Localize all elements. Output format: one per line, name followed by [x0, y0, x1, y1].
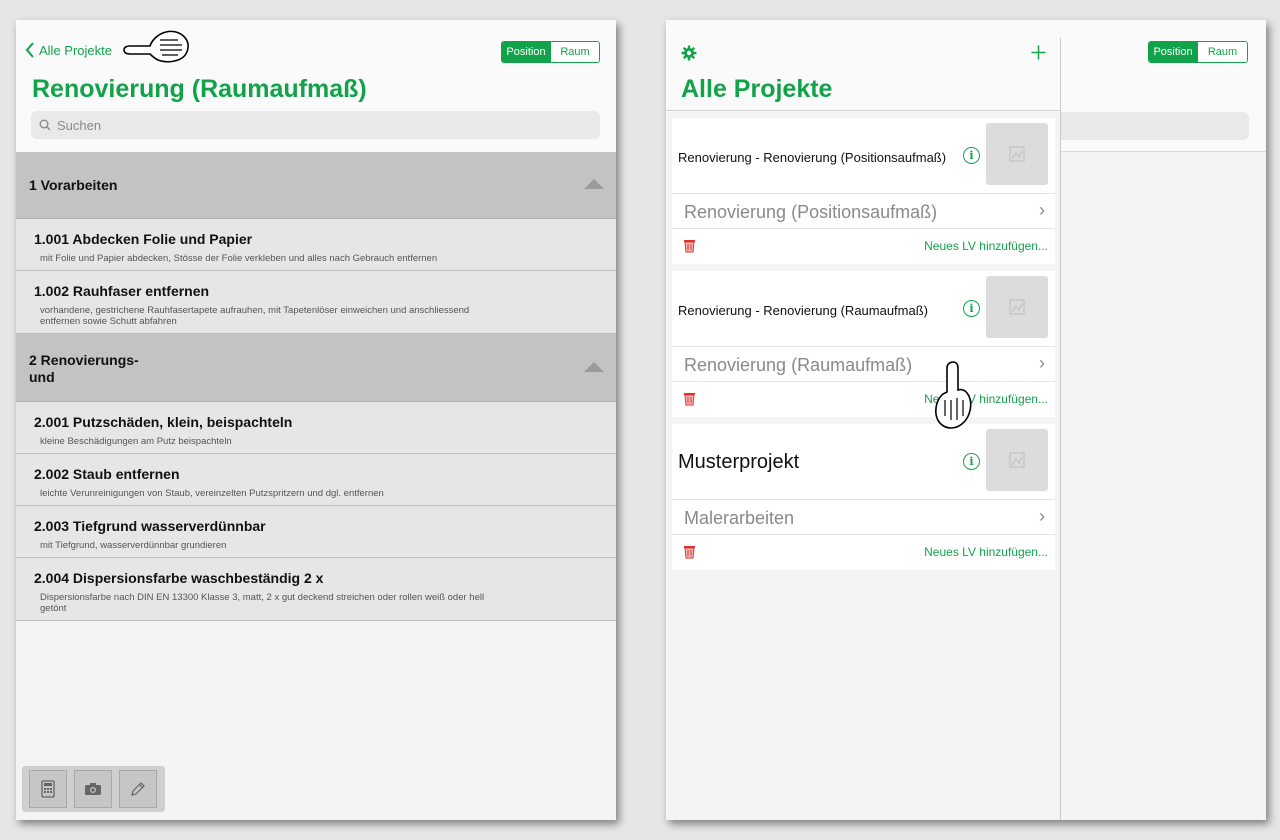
action-row: Neues LV hinzufügen... [672, 228, 1055, 264]
projects-title: Alle Projekte [681, 75, 833, 103]
item-title: 2.002 Staub entfernen [34, 466, 180, 482]
add-lv-link[interactable]: Neues LV hinzufügen... [924, 239, 1048, 253]
split-divider [1060, 38, 1061, 820]
project-card: Renovierung - Renovierung (Positionsaufm… [672, 118, 1055, 264]
segment-position[interactable]: Position [1149, 42, 1198, 62]
project-thumbnail[interactable] [986, 429, 1048, 491]
gear-icon[interactable] [681, 45, 697, 61]
edit-button[interactable] [119, 770, 157, 808]
action-row: Neues LV hinzufügen... [672, 534, 1055, 570]
list-item[interactable]: 2.003 Tiefgrund wasserverdünnbar mit Tie… [16, 506, 616, 558]
segment-raum[interactable]: Raum [1197, 42, 1247, 62]
search-icon [39, 119, 51, 131]
project-detail-panel: Alle Projekte Position Raum Renovierung … [16, 20, 616, 820]
image-placeholder-icon [1009, 146, 1025, 162]
action-row: Neues LV hinzufügen... [672, 381, 1055, 417]
item-description: kleine Beschädigungen am Putz beispachte… [40, 436, 232, 447]
list-item[interactable]: 1.001 Abdecken Folie und Papier mit Foli… [16, 219, 616, 271]
detail-search-input[interactable] [1061, 112, 1249, 140]
section-header-renovierung[interactable]: 2 Renovierungs- und [16, 334, 616, 402]
list-item[interactable]: 2.001 Putzschäden, klein, beispachteln k… [16, 402, 616, 454]
info-icon[interactable]: i [963, 453, 980, 470]
item-title: 2.003 Tiefgrund wasserverdünnbar [34, 518, 266, 534]
item-title: 2.004 Dispersionsfarbe waschbeständig 2 … [34, 570, 324, 586]
header-divider [666, 110, 1061, 111]
camera-button[interactable] [74, 770, 112, 808]
lv-row[interactable]: Renovierung (Raumaufmaß) › [672, 346, 1055, 381]
item-description: leichte Verunreinigungen von Staub, vere… [40, 488, 384, 499]
camera-icon [85, 783, 101, 795]
chevron-right-icon: › [1039, 506, 1045, 526]
lv-label: Malerarbeiten [684, 508, 795, 528]
add-lv-link[interactable]: Neues LV hinzufügen... [924, 545, 1048, 559]
project-thumbnail[interactable] [986, 276, 1048, 338]
section-title-line2: und [29, 369, 55, 385]
back-button[interactable]: Alle Projekte [25, 42, 112, 58]
chevron-right-icon: › [1039, 200, 1045, 220]
section-header-vorarbeiten[interactable]: 1 Vorarbeiten [16, 152, 616, 219]
item-description: Dispersionsfarbe nach DIN EN 13300 Klass… [40, 592, 485, 614]
pencil-icon [131, 782, 145, 796]
chevron-left-icon [25, 42, 34, 58]
trash-icon[interactable] [683, 544, 696, 559]
nav-header: Alle Projekte Position Raum Renovierung … [16, 20, 616, 152]
segment-position[interactable]: Position [502, 42, 550, 62]
lv-row[interactable]: Malerarbeiten › [672, 499, 1055, 534]
image-placeholder-icon [1009, 299, 1025, 315]
trash-icon[interactable] [683, 238, 696, 253]
section-title: 1 Vorarbeiten [29, 177, 118, 193]
calculator-icon [41, 780, 55, 798]
project-name[interactable]: Musterprojekt [678, 451, 799, 474]
lv-row[interactable]: Renovierung (Positionsaufmaß) › [672, 193, 1055, 228]
image-placeholder-icon [1009, 452, 1025, 468]
calculator-button[interactable] [29, 770, 67, 808]
project-card: Renovierung - Renovierung (Raumaufmaß) i… [672, 271, 1055, 417]
project-name[interactable]: Renovierung - Renovierung (Raumaufmaß) [678, 303, 928, 318]
search-placeholder: Suchen [57, 117, 102, 133]
list-item[interactable]: 2.002 Staub entfernen leichte Verunreini… [16, 454, 616, 506]
bottom-toolbar [22, 766, 165, 812]
info-icon[interactable]: i [963, 147, 980, 164]
view-segmented-control: Position Raum [501, 41, 600, 63]
item-description: vorhandene, gestrichene Rauhfasertapete … [40, 305, 470, 327]
chevron-right-icon: › [1039, 353, 1045, 373]
back-label: Alle Projekte [39, 42, 112, 58]
item-title: 1.001 Abdecken Folie und Papier [34, 231, 253, 247]
collapse-triangle-icon[interactable] [584, 362, 604, 372]
project-card: Musterprojekt i Malerarbeiten › Neues LV… [672, 424, 1055, 570]
item-title: 1.002 Rauhfaser entfernen [34, 283, 210, 299]
section-title: 2 Renovierungs- und [29, 352, 139, 386]
list-item[interactable]: 2.004 Dispersionsfarbe waschbeständig 2 … [16, 558, 616, 621]
info-icon[interactable]: i [963, 300, 980, 317]
section-title-line1: 2 Renovierungs- [29, 352, 139, 368]
trash-icon[interactable] [683, 391, 696, 406]
add-lv-link[interactable]: Neues LV hinzufügen... [924, 392, 1048, 406]
segment-raum[interactable]: Raum [550, 42, 599, 62]
lv-label: Renovierung (Positionsaufmaß) [684, 202, 938, 222]
project-thumbnail[interactable] [986, 123, 1048, 185]
item-description: mit Folie und Papier abdecken, Stösse de… [40, 253, 438, 264]
search-input[interactable]: Suchen [31, 111, 600, 139]
project-name[interactable]: Renovierung - Renovierung (Positionsaufm… [678, 150, 946, 165]
projects-panel: Alle Projekte Position Raum Renovierung … [666, 20, 1266, 820]
item-title: 2.001 Putzschäden, klein, beispachteln [34, 414, 293, 430]
item-description: mit Tiefgrund, wasserverdünnbar grundier… [40, 540, 227, 551]
detail-segmented-control: Position Raum [1148, 41, 1248, 63]
lv-label: Renovierung (Raumaufmaß) [684, 355, 913, 375]
collapse-triangle-icon[interactable] [584, 179, 604, 189]
list-item[interactable]: 1.002 Rauhfaser entfernen vorhandene, ge… [16, 271, 616, 334]
projects-header: Alle Projekte [666, 20, 1061, 112]
page-title: Renovierung (Raumaufmaß) [32, 75, 367, 103]
plus-icon[interactable] [1031, 45, 1046, 60]
